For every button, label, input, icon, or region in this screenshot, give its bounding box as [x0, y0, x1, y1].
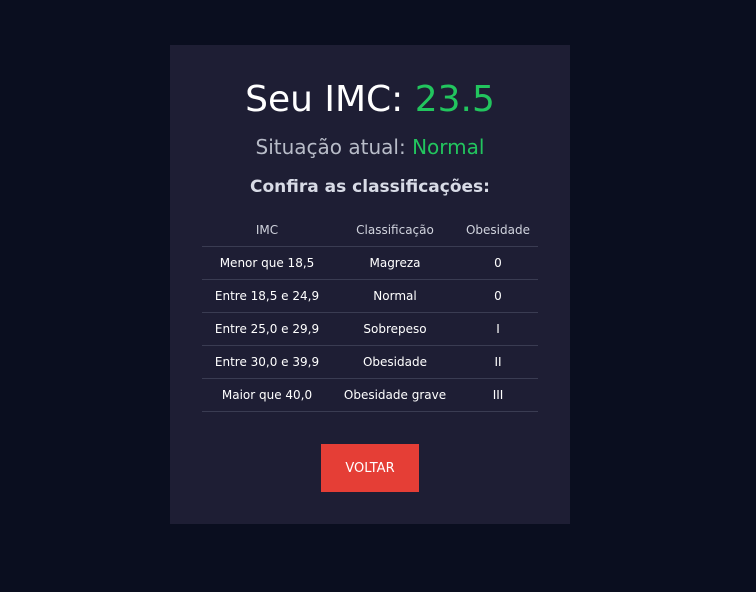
- classifications-table: IMC Classificação Obesidade Menor que 18…: [202, 213, 538, 412]
- imc-title: Seu IMC: 23.5: [170, 78, 570, 122]
- cell-classification: Obesidade grave: [332, 378, 458, 412]
- cell-imc: Entre 25,0 e 29,9: [202, 312, 332, 346]
- cell-imc: Maior que 40,0: [202, 378, 332, 412]
- imc-title-label: Seu IMC:: [245, 79, 404, 120]
- cell-obesity: II: [458, 345, 538, 379]
- cell-classification: Sobrepeso: [332, 312, 458, 346]
- cell-obesity: I: [458, 312, 538, 346]
- situation-line: Situação atual: Normal: [170, 133, 570, 161]
- column-header-obesity: Obesidade: [458, 213, 538, 247]
- cell-obesity: 0: [458, 246, 538, 280]
- cell-obesity: III: [458, 378, 538, 412]
- cell-classification: Obesidade: [332, 345, 458, 379]
- cell-imc: Entre 30,0 e 39,9: [202, 345, 332, 379]
- result-card: Seu IMC: 23.5 Situação atual: Normal Con…: [170, 45, 570, 524]
- table-row: Entre 30,0 e 39,9 Obesidade II: [202, 345, 538, 379]
- column-header-imc: IMC: [202, 213, 332, 247]
- cell-imc: Menor que 18,5: [202, 246, 332, 280]
- cell-classification: Normal: [332, 279, 458, 313]
- table-row: Entre 25,0 e 29,9 Sobrepeso I: [202, 312, 538, 346]
- cell-classification: Magreza: [332, 246, 458, 280]
- situation-label: Situação atual:: [255, 135, 406, 159]
- table-row: Entre 18,5 e 24,9 Normal 0: [202, 279, 538, 313]
- imc-value: 23.5: [414, 79, 495, 120]
- table-header-row: IMC Classificação Obesidade: [202, 213, 538, 247]
- back-button[interactable]: VOLTAR: [321, 444, 419, 492]
- table-row: Maior que 40,0 Obesidade grave III: [202, 378, 538, 412]
- situation-value: Normal: [412, 135, 485, 159]
- column-header-classification: Classificação: [332, 213, 458, 247]
- cell-imc: Entre 18,5 e 24,9: [202, 279, 332, 313]
- classifications-heading: Confira as classificações:: [250, 177, 490, 197]
- cell-obesity: 0: [458, 279, 538, 313]
- table-row: Menor que 18,5 Magreza 0: [202, 246, 538, 280]
